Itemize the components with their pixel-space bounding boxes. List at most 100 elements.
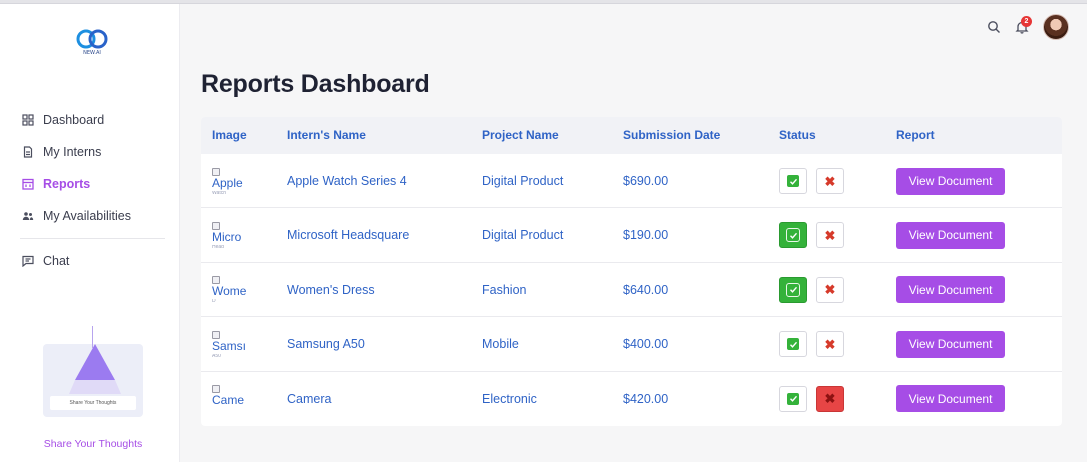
sidebar-item-label: Reports [43, 177, 91, 191]
approve-button[interactable] [779, 222, 807, 249]
image-alt-text-overflow: Head [212, 244, 224, 249]
document-icon [22, 146, 34, 158]
project-name: Mobile [482, 337, 519, 352]
image-alt-text: Apple [212, 176, 243, 190]
logo[interactable]: NEW.AI [73, 28, 111, 60]
image-alt-text: Came [212, 394, 245, 408]
share-thoughts-link[interactable]: Share Your Thoughts [0, 438, 186, 450]
sidebar-item-chat[interactable]: Chat [0, 245, 180, 277]
close-icon: ✖ [824, 282, 836, 298]
reject-button[interactable]: ✖ [816, 385, 844, 412]
approve-button[interactable] [779, 331, 807, 358]
broken-image-icon [212, 385, 220, 394]
sidebar-item-reports[interactable]: Reports [0, 168, 180, 200]
column-header-image: Image [212, 128, 247, 142]
table-row: Samsı A50 Samsung A50 Mobile $400.00 ✖ V… [201, 317, 1062, 372]
broken-image-icon [212, 276, 220, 285]
table-row: Came Camera Electronic $420.00 ✖ View Do… [201, 372, 1062, 426]
sidebar-item-label: My Interns [43, 145, 102, 159]
submission-date: $400.00 [623, 337, 669, 352]
intern-name: Camera [287, 391, 332, 406]
approve-button[interactable] [779, 168, 807, 194]
view-document-button[interactable]: View Document [896, 385, 1005, 413]
close-icon: ✖ [824, 227, 836, 243]
reject-button[interactable]: ✖ [816, 168, 844, 194]
intern-image: Apple Watch [212, 154, 248, 208]
sidebar-item-label: Dashboard [43, 113, 105, 127]
approve-button[interactable] [779, 385, 807, 412]
reject-button[interactable]: ✖ [816, 222, 844, 249]
image-alt-text-overflow: D [212, 299, 216, 304]
check-icon [786, 282, 800, 297]
image-alt-text: Wome [212, 285, 247, 299]
avatar[interactable] [1043, 14, 1069, 40]
search-icon[interactable] [987, 20, 1001, 34]
project-name: Electronic [482, 391, 537, 406]
column-header-submission-date: Submission Date [623, 128, 721, 142]
status-actions: ✖ [779, 263, 853, 317]
intern-image: Micro Head [212, 208, 248, 262]
intern-name: Apple Watch Series 4 [287, 174, 407, 188]
submission-date: $690.00 [623, 174, 669, 188]
share-thoughts-card-button[interactable]: Share Your Thoughts [50, 396, 136, 410]
topbar-actions: 2 [987, 14, 1069, 40]
lamp-cord [92, 326, 93, 348]
column-header-report: Report [896, 128, 935, 142]
view-document-button[interactable]: View Document [896, 221, 1005, 249]
intern-image: Came [212, 372, 248, 426]
check-icon [786, 228, 800, 243]
reject-button[interactable]: ✖ [816, 276, 844, 303]
table-row: Wome D Women's Dress Fashion $640.00 ✖ V… [201, 263, 1062, 318]
sidebar-divider [20, 238, 165, 239]
broken-image-icon [212, 221, 220, 230]
report-actions: View Document [896, 208, 1005, 262]
intern-image: Wome D [212, 263, 248, 317]
sidebar-item-label: My Availabilities [43, 209, 132, 223]
column-header-status: Status [779, 128, 816, 142]
report-actions: View Document [896, 154, 1005, 208]
intern-name: Samsung A50 [287, 337, 365, 352]
lamp-icon [69, 344, 121, 394]
report-actions: View Document [896, 263, 1005, 317]
check-icon [787, 338, 799, 351]
reject-button[interactable]: ✖ [816, 331, 844, 358]
view-document-button[interactable]: View Document [896, 167, 1005, 195]
image-alt-text-overflow: A50 [212, 353, 221, 358]
project-name: Fashion [482, 282, 527, 297]
share-thoughts-card[interactable]: Share Your Thoughts [43, 344, 143, 417]
intern-image: Samsı A50 [212, 317, 248, 371]
sidebar-item-label: Chat [43, 254, 70, 268]
sidebar-item-my-availabilities[interactable]: My Availabilities [0, 200, 180, 232]
intern-name: Microsoft Headsquare [287, 228, 410, 243]
check-icon [787, 392, 799, 405]
check-icon [787, 175, 799, 187]
logo-mark-icon [76, 29, 108, 49]
users-icon [22, 210, 34, 222]
report-actions: View Document [896, 317, 1005, 371]
report-actions: View Document [896, 372, 1005, 426]
submission-date: $190.00 [623, 228, 669, 243]
sidebar-item-my-interns[interactable]: My Interns [0, 136, 180, 168]
status-actions: ✖ [779, 208, 853, 262]
calendar-icon [22, 178, 34, 190]
intern-name: Women's Dress [287, 282, 375, 297]
project-name: Digital Product [482, 228, 564, 243]
project-name: Digital Product [482, 174, 564, 188]
image-alt-text: Micro [212, 230, 242, 244]
notification-bell-icon[interactable]: 2 [1015, 16, 1032, 34]
image-alt-text-overflow: Watch [212, 190, 226, 195]
logo-text: NEW.AI [83, 50, 101, 56]
view-document-button[interactable]: View Document [896, 276, 1005, 304]
status-actions: ✖ [779, 154, 853, 208]
approve-button[interactable] [779, 276, 807, 303]
table-body: Apple Watch Apple Watch Series 4 Digital… [201, 154, 1062, 426]
view-document-button[interactable]: View Document [896, 330, 1005, 358]
column-header-project-name: Project Name [482, 128, 559, 142]
sidebar-item-dashboard[interactable]: Dashboard [0, 104, 180, 136]
broken-image-icon [212, 167, 220, 176]
notification-count-badge: 2 [1021, 16, 1032, 27]
table-row: Apple Watch Apple Watch Series 4 Digital… [201, 154, 1062, 209]
table-row: Micro Head Microsoft Headsquare Digital … [201, 208, 1062, 263]
close-icon: ✖ [824, 336, 836, 352]
submission-date: $640.00 [623, 282, 669, 297]
